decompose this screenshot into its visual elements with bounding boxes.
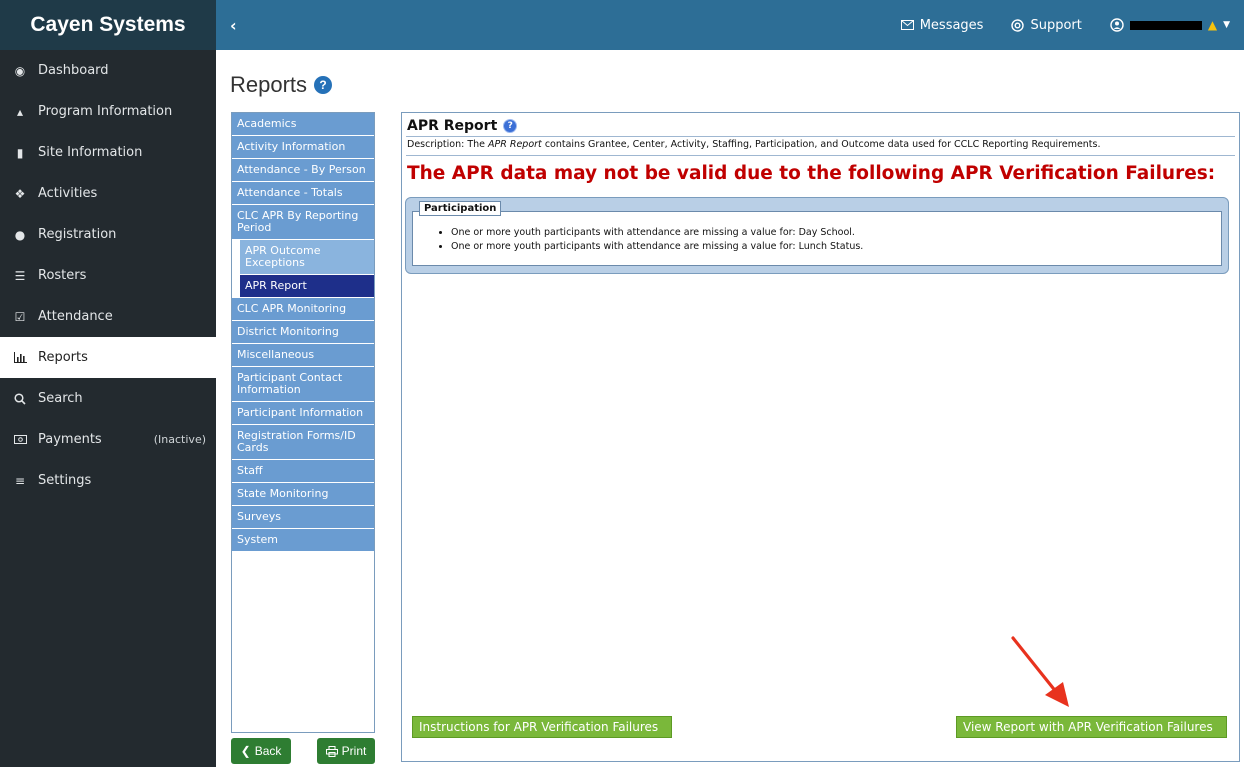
page-title: Reports ? — [230, 72, 333, 98]
messages-label: Messages — [919, 17, 984, 33]
sidebar-item-payments[interactable]: Payments (Inactive) — [0, 419, 216, 460]
sidebar-item-registration[interactable]: ● Registration — [0, 214, 216, 255]
sidebar-item-label: Activities — [38, 186, 98, 201]
report-content-panel: APR Report ? Description: The APR Report… — [401, 112, 1240, 762]
brand-logo[interactable]: Cayen Systems — [0, 0, 216, 50]
menu-item-district-monitoring[interactable]: District Monitoring — [232, 321, 374, 344]
instructions-button[interactable]: Instructions for APR Verification Failur… — [412, 716, 672, 738]
report-description: Description: The APR Report contains Gra… — [407, 139, 1101, 150]
description-report-name: APR Report — [488, 139, 542, 150]
user-menu[interactable]: ▲ ▼ — [1110, 18, 1230, 32]
sidebar-item-label: Attendance — [38, 309, 113, 324]
back-button[interactable]: ❮ Back — [231, 738, 291, 764]
print-button[interactable]: Print — [317, 738, 375, 764]
list-icon: ☰ — [14, 268, 26, 283]
sidebar-item-label: Registration — [38, 227, 117, 242]
sidebar-item-label: Payments — [38, 432, 102, 447]
verification-warning: The APR data may not be valid due to the… — [407, 163, 1216, 184]
failures-list: One or more youth participants with atte… — [451, 226, 863, 254]
description-suffix: contains Grantee, Center, Activity, Staf… — [541, 139, 1101, 150]
page-title-text: Reports — [230, 72, 308, 97]
menu-item-participant-contact-information[interactable]: Participant Contact Information — [232, 367, 374, 402]
redacted-username — [1129, 20, 1202, 30]
sidebar: ◉ Dashboard ▴ Program Information ▮ Site… — [0, 50, 216, 767]
menu-item-miscellaneous[interactable]: Miscellaneous — [232, 344, 374, 367]
menu-item-attendance-by-person[interactable]: Attendance - By Person — [232, 159, 374, 182]
divider — [406, 136, 1235, 137]
chevron-down-icon: ▼ — [1223, 20, 1230, 30]
life-ring-icon — [1011, 18, 1025, 32]
menu-item-attendance-totals[interactable]: Attendance - Totals — [232, 182, 374, 205]
menu-item-apr-report[interactable]: APR Report — [240, 275, 374, 298]
sidebar-item-reports[interactable]: Reports — [0, 337, 216, 378]
menu-item-staff[interactable]: Staff — [232, 460, 374, 483]
building-icon: ▮ — [16, 145, 24, 160]
report-title: APR Report — [407, 118, 498, 134]
print-label: Print — [341, 744, 367, 758]
sidebar-item-search[interactable]: Search — [0, 378, 216, 419]
inactive-badge: (Inactive) — [153, 433, 206, 446]
users-icon: ● — [14, 227, 26, 242]
list-item: One or more youth participants with atte… — [451, 240, 863, 254]
sidebar-item-activities[interactable]: ❖ Activities — [0, 173, 216, 214]
list-item: One or more youth participants with atte… — [451, 226, 863, 240]
collapse-sidebar-icon[interactable]: ‹ — [230, 16, 237, 35]
calendar-check-icon: ☑ — [14, 309, 26, 324]
top-bar: Cayen Systems ‹ Messages Support ▲ ▼ — [0, 0, 1244, 50]
support-label: Support — [1030, 17, 1082, 33]
sidebar-item-settings[interactable]: ≡ Settings — [0, 460, 216, 501]
sidebar-item-label: Search — [38, 391, 83, 406]
description-prefix: Description: The — [407, 139, 489, 150]
printer-icon — [325, 745, 338, 757]
chevron-left-icon: ❮ — [240, 744, 251, 758]
menu-item-activity-information[interactable]: Activity Information — [232, 136, 374, 159]
menu-item-registration-forms-id-cards[interactable]: Registration Forms/ID Cards — [232, 425, 374, 460]
gift-icon: ▲ — [1207, 18, 1218, 32]
sidebar-item-label: Settings — [38, 473, 92, 488]
sidebar-item-program-information[interactable]: ▴ Program Information — [0, 91, 216, 132]
menu-item-apr-outcome-exceptions[interactable]: APR Outcome Exceptions — [240, 240, 374, 275]
menu-item-state-monitoring[interactable]: State Monitoring — [232, 483, 374, 506]
sidebar-item-site-information[interactable]: ▮ Site Information — [0, 132, 216, 173]
divider — [406, 155, 1235, 156]
top-nav: ‹ Messages Support ▲ ▼ — [216, 0, 1244, 50]
money-icon — [12, 435, 28, 444]
menu-item-system[interactable]: System — [232, 529, 374, 552]
menu-item-participant-information[interactable]: Participant Information — [232, 402, 374, 425]
sidebar-item-label: Program Information — [38, 104, 173, 119]
sidebar-item-dashboard[interactable]: ◉ Dashboard — [0, 50, 216, 91]
menu-item-surveys[interactable]: Surveys — [232, 506, 374, 529]
tachometer-icon: ◉ — [14, 63, 26, 78]
menu-item-clc-apr-monitoring[interactable]: CLC APR Monitoring — [232, 298, 374, 321]
sidebar-item-label: Site Information — [38, 145, 143, 160]
user-circle-icon — [1110, 18, 1124, 32]
support-link[interactable]: Support — [1011, 17, 1082, 33]
search-icon — [12, 392, 28, 405]
sidebar-item-label: Rosters — [38, 268, 87, 283]
menu-item-clc-apr-by-reporting-period[interactable]: CLC APR By Reporting Period — [232, 205, 374, 240]
help-icon[interactable]: ? — [314, 76, 333, 94]
institution-icon: ▴ — [16, 104, 24, 119]
menu-item-academics[interactable]: Academics — [232, 113, 374, 136]
report-menu: Academics Activity Information Attendanc… — [231, 112, 375, 733]
envelope-icon — [900, 20, 914, 30]
sidebar-item-rosters[interactable]: ☰ Rosters — [0, 255, 216, 296]
annotation-arrow-icon — [1011, 636, 1069, 707]
sidebar-item-label: Dashboard — [38, 63, 109, 78]
failures-fieldset: One or more youth participants with atte… — [412, 211, 1222, 266]
back-label: Back — [254, 744, 282, 758]
report-header: APR Report ? — [407, 118, 518, 134]
report-help-icon[interactable]: ? — [503, 119, 518, 133]
messages-link[interactable]: Messages — [900, 17, 984, 33]
view-report-button[interactable]: View Report with APR Verification Failur… — [956, 716, 1227, 738]
sliders-icon: ≡ — [14, 473, 26, 488]
failures-legend: Participation — [419, 201, 502, 216]
puzzle-icon: ❖ — [14, 186, 26, 201]
sidebar-item-label: Reports — [38, 350, 88, 365]
bar-chart-icon — [12, 352, 28, 363]
sidebar-item-attendance[interactable]: ☑ Attendance — [0, 296, 216, 337]
verification-failures-box: One or more youth participants with atte… — [405, 197, 1229, 274]
